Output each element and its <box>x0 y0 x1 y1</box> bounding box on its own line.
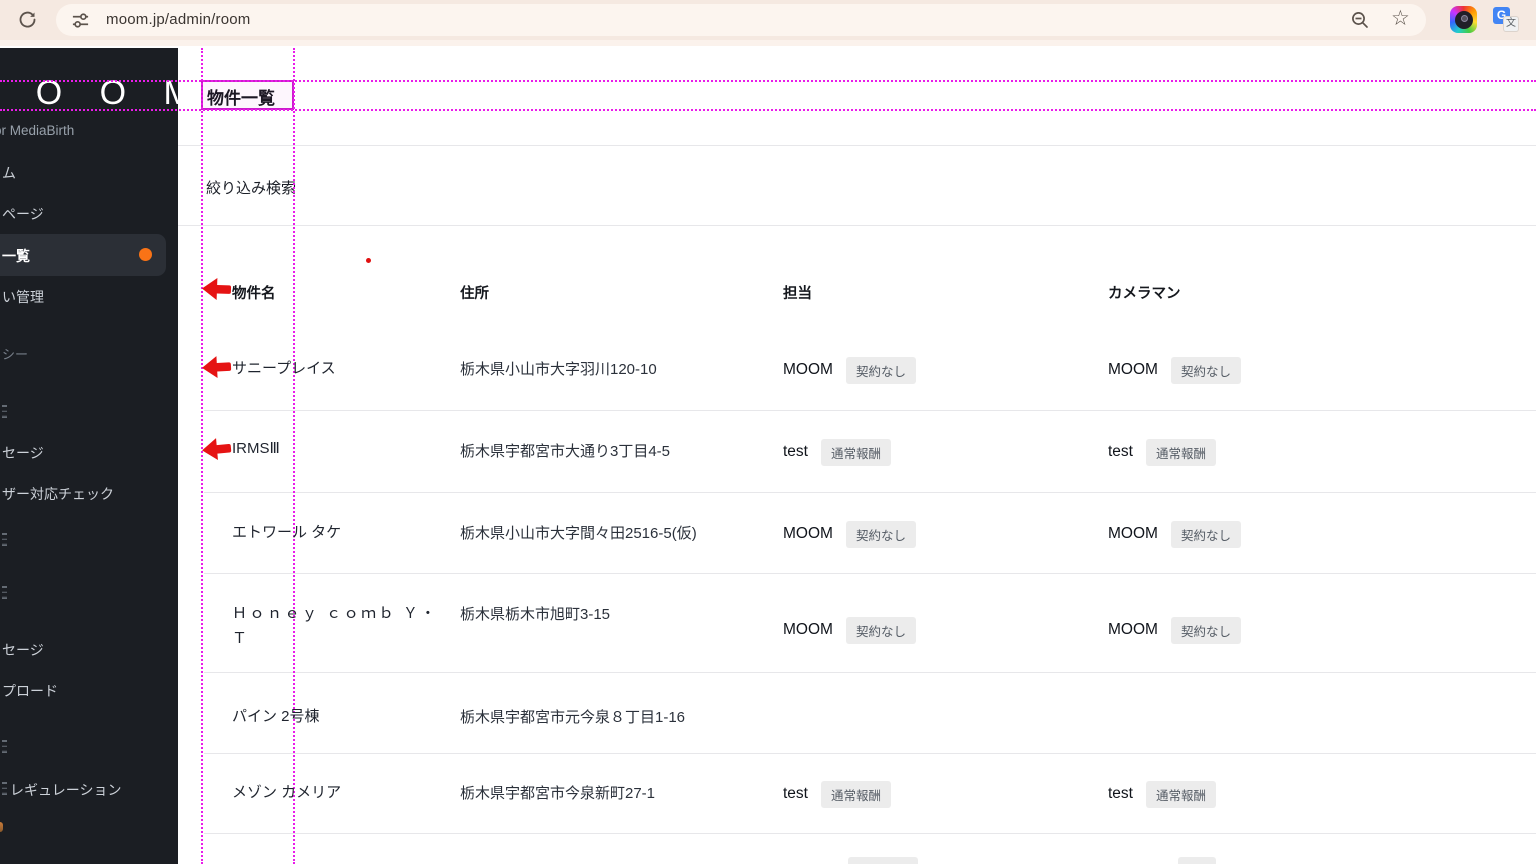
manager-name: test <box>783 785 808 802</box>
photographer-contract-badge: 契約なし <box>1170 520 1241 548</box>
manager-cell: test 通常報酬 <box>783 437 891 467</box>
column-header: 住所 <box>460 286 489 302</box>
property-address: 栃木県小山市大字間々田2516-5(仮) <box>460 525 697 542</box>
manager-cell: MOOM 契約なし <box>783 615 916 645</box>
property-name: エトワール タケ <box>232 524 342 541</box>
site-settings-icon[interactable] <box>71 11 90 30</box>
photographer-cell: test 通常報酬 <box>1108 779 1216 809</box>
property-name-line2: Ｔ <box>232 630 250 647</box>
sidebar-item[interactable]: い管理 <box>2 287 44 307</box>
browser-toolbar: moom.jp/admin/room ☆ G 文 <box>0 0 1536 40</box>
manager-name: MOOM <box>783 361 833 378</box>
color-camera-extension-icon[interactable] <box>1450 6 1477 33</box>
sidebar-item[interactable]: ム <box>2 163 16 183</box>
property-name: IRMSⅢ <box>232 440 280 457</box>
manager-cell: MOOM 契約なし <box>783 519 916 549</box>
row-divider <box>204 492 1536 493</box>
photographer-name: test <box>1108 443 1133 460</box>
property-address: 栃木県宇都宮市大通り3丁目4-5 <box>460 443 671 460</box>
devtools-guide-horizontal <box>0 109 1536 111</box>
property-address: 栃木県小山市大字羽川120-10 <box>460 361 657 378</box>
notification-dot <box>139 248 152 261</box>
sidebar-clipped-fragment <box>2 586 7 602</box>
toolbar-bottom-strip <box>0 40 1536 46</box>
browser-window: moom.jp/admin/room ☆ G 文 M O O M or Medi… <box>0 0 1536 864</box>
photographer-contract-badge: 契約なし <box>1170 616 1241 644</box>
manager-contract-badge: 契約なし <box>845 616 916 644</box>
photographer-cell: test 通常報酬 <box>1108 437 1216 467</box>
row-divider <box>204 573 1536 574</box>
zoom-out-icon[interactable] <box>1350 10 1370 30</box>
property-name: メゾン カメリア <box>232 784 342 801</box>
column-header: カメラマン <box>1108 286 1181 302</box>
section-divider <box>178 225 1536 226</box>
photographer-cell: MOOM 契約なし <box>1108 519 1241 549</box>
manager-name: MOOM <box>783 621 833 638</box>
manager-contract-badge: 契約なし <box>845 356 916 384</box>
sidebar-item-active[interactable]: 一覧 <box>2 246 30 266</box>
red-arrow-annotation <box>202 356 232 379</box>
devtools-selection-box <box>201 80 294 110</box>
manager-name: MOOM <box>783 525 833 542</box>
property-address: 栃木県宇都宮市今泉新町27-1 <box>460 785 656 802</box>
property-address: 栃木県栃木市旭町3-15 <box>460 606 611 623</box>
url-text: moom.jp/admin/room <box>106 11 251 28</box>
property-address: 栃木県宇都宮市元今泉８丁目1-16 <box>460 709 686 726</box>
manager-cell: test 通常報酬 <box>783 779 891 809</box>
photographer-name: MOOM <box>1108 525 1158 542</box>
translate-extension-icon[interactable]: G 文 <box>1493 7 1518 32</box>
sidebar-clipped-fragment <box>2 405 7 421</box>
reload-icon[interactable] <box>17 9 38 30</box>
column-header: 担当 <box>783 286 812 302</box>
sidebar-item[interactable]: レギュレーション <box>2 780 121 800</box>
photographer-name: MOOM <box>1108 621 1158 638</box>
photographer-name: MOOM <box>1108 361 1158 378</box>
logo-tagline: or MediaBirth <box>0 123 75 138</box>
manager-contract-badge: 契約なし <box>845 520 916 548</box>
sidebar-item[interactable]: セージ <box>2 640 44 660</box>
sidebar-clipped-fragment <box>2 740 7 756</box>
devtools-guide-horizontal <box>0 80 1536 82</box>
manager-name: test <box>783 443 808 460</box>
bookmark-star-icon[interactable]: ☆ <box>1391 8 1410 29</box>
partial-badge <box>1178 857 1216 864</box>
sidebar-nav: M O O M or MediaBirth ムページ一覧い管理シーセージザー対応… <box>0 48 178 864</box>
sidebar-item[interactable]: セージ <box>2 443 44 463</box>
sidebar-item[interactable]: ページ <box>2 204 44 224</box>
photographer-cell: MOOM 契約なし <box>1108 355 1241 385</box>
column-header: 物件名 <box>232 286 276 302</box>
red-arrow-annotation <box>202 277 232 300</box>
property-name: Ｈｏｎｅｙ ｃｏｍｂ Ｙ・ <box>232 605 438 622</box>
filter-search-label[interactable]: 絞り込み検索 <box>206 177 296 198</box>
section-divider <box>178 145 1536 146</box>
manager-contract-badge: 通常報酬 <box>820 438 891 466</box>
sidebar-clipped-fragment <box>2 533 7 549</box>
photographer-contract-badge: 通常報酬 <box>1145 438 1216 466</box>
photographer-name: test <box>1108 785 1133 802</box>
stray-red-dot-annotation <box>366 258 371 263</box>
property-name: サニープレイス <box>232 360 336 377</box>
partial-badge <box>848 857 918 864</box>
manager-contract-badge: 通常報酬 <box>820 780 891 808</box>
property-name: パイン 2号棟 <box>232 708 320 725</box>
sidebar-item[interactable]: ザー対応チェック <box>2 484 114 504</box>
manager-cell: MOOM 契約なし <box>783 355 916 385</box>
row-divider <box>204 833 1536 834</box>
row-divider <box>204 753 1536 754</box>
sidebar-item: シー <box>2 347 29 362</box>
photographer-contract-badge: 契約なし <box>1170 356 1241 384</box>
clipped-avatar-icon <box>0 822 3 832</box>
photographer-cell: MOOM 契約なし <box>1108 615 1241 645</box>
address-bar[interactable]: moom.jp/admin/room ☆ <box>56 4 1426 36</box>
row-divider <box>204 672 1536 673</box>
sidebar-item[interactable]: プロード <box>2 681 58 701</box>
row-divider <box>204 410 1536 411</box>
red-arrow-annotation <box>202 438 232 461</box>
photographer-contract-badge: 通常報酬 <box>1145 780 1216 808</box>
